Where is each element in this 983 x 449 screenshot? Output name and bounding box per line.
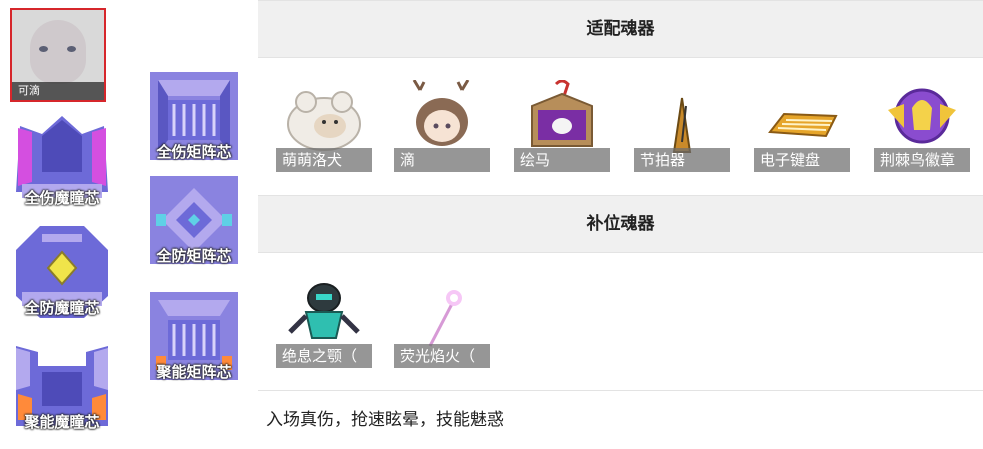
matrix-chip-label: 全防矩阵芯 <box>156 247 232 265</box>
eye-chip-label: 全防魔瞳芯 <box>24 299 100 317</box>
item-label: 荆棘鸟徽章 <box>874 148 970 172</box>
item-label: 绝息之颚（ <box>276 344 372 368</box>
item-label: 节拍器 <box>634 148 730 172</box>
character-portrait[interactable]: 可滴 <box>10 8 106 102</box>
matrix-chip-full-damage[interactable]: 全伤矩阵芯 <box>144 66 244 166</box>
item-label: 绘马 <box>514 148 610 172</box>
fit-section-header: 适配魂器 <box>258 0 983 58</box>
fit-item-metronome[interactable]: 节拍器 <box>634 80 730 172</box>
skill-description: 入场真伤，抢速眩晕，技能魅惑 <box>258 390 983 448</box>
matrix-chip-label: 聚能矩阵芯 <box>156 363 232 381</box>
fit-item-keyboard[interactable]: 电子键盘 <box>754 80 850 172</box>
soul-item-panel: 适配魂器 萌萌洛犬 滴 绘马 节拍器 电子键盘 荆棘鸟徽章 补位魂器 绝息之颚（… <box>258 0 983 448</box>
eye-chip-label: 聚能魔瞳芯 <box>24 413 100 431</box>
character-name: 可滴 <box>12 82 104 100</box>
eye-chip-focus[interactable]: 聚能魔瞳芯 <box>12 336 112 436</box>
matrix-chip-label: 全伤矩阵芯 <box>156 143 232 161</box>
sub-section-header: 补位魂器 <box>258 195 983 253</box>
eye-chip-label: 全伤魔瞳芯 <box>24 189 100 207</box>
fit-item-ema[interactable]: 绘马 <box>514 79 610 172</box>
item-label: 滴 <box>394 148 490 172</box>
sub-item-sparkler[interactable]: 荧光焰火（ <box>394 276 490 368</box>
matrix-chip-column: 全伤矩阵芯 全防矩阵芯 聚能矩阵芯 <box>128 0 259 448</box>
fit-item-sheep[interactable]: 萌萌洛犬 <box>276 80 372 172</box>
sub-item-mech[interactable]: 绝息之颚（ <box>276 276 372 368</box>
eye-chip-column: 可滴 全伤魔瞳芯 全防魔瞳芯 聚能魔瞳芯 <box>0 0 129 448</box>
fit-item-antler-girl[interactable]: 滴 <box>394 79 490 172</box>
item-label: 荧光焰火（ <box>394 344 490 368</box>
matrix-chip-full-defense[interactable]: 全防矩阵芯 <box>144 170 244 270</box>
eye-chip-full-damage[interactable]: 全伤魔瞳芯 <box>12 112 112 212</box>
item-label: 萌萌洛犬 <box>276 148 372 172</box>
matrix-chip-focus[interactable]: 聚能矩阵芯 <box>144 286 244 386</box>
item-label: 电子键盘 <box>754 148 850 172</box>
avatar <box>30 20 86 84</box>
fit-item-bird-badge[interactable]: 荆棘鸟徽章 <box>874 80 970 172</box>
eye-chip-full-defense[interactable]: 全防魔瞳芯 <box>12 222 112 322</box>
